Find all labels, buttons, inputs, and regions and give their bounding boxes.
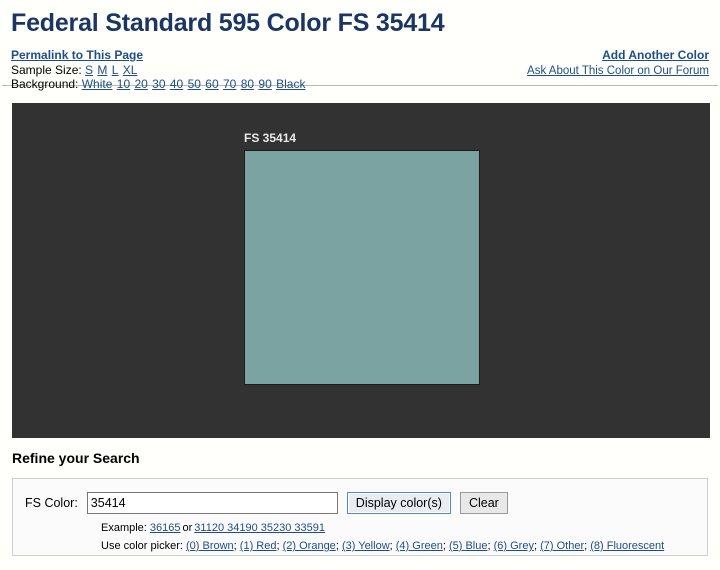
sample-size-link-m[interactable]: M: [97, 63, 107, 77]
picker-separator: ;: [442, 540, 446, 552]
sample-size-links: S M L XL: [85, 63, 138, 77]
color-picker-link-yellow[interactable]: (3) Yellow: [342, 540, 390, 552]
color-picker-link-fluorescent[interactable]: (8) Fluorescent: [590, 540, 664, 552]
picker-separator: ;: [233, 540, 237, 552]
header-right-links: Add Another Color Ask About This Color o…: [527, 48, 709, 78]
color-picker-links: (0) Brown; (1) Red; (2) Orange; (3) Yell…: [186, 540, 664, 552]
background-label: Background:: [11, 77, 79, 91]
header-link-bar: Permalink to This Page Sample Size: S M …: [0, 38, 720, 91]
picker-separator: ;: [276, 540, 280, 552]
color-picker-label: Use color picker:: [101, 540, 183, 552]
refine-search-form: FS Color: Display color(s) Clear Example…: [12, 478, 708, 556]
picker-separator: ;: [533, 540, 538, 552]
background-link-90[interactable]: 90: [258, 77, 271, 91]
background-link-60[interactable]: 60: [205, 77, 218, 91]
background-link-30[interactable]: 30: [152, 77, 165, 91]
color-sample-panel: FS 35414: [12, 103, 710, 438]
example-single-link[interactable]: 36165: [150, 522, 181, 534]
header-left-links: Permalink to This Page Sample Size: S M …: [11, 48, 306, 91]
clear-button[interactable]: Clear: [459, 492, 508, 514]
forum-link[interactable]: Ask About This Color on Our Forum: [527, 64, 709, 78]
color-picker-link-green[interactable]: (4) Green: [396, 540, 443, 552]
display-colors-button[interactable]: Display color(s): [346, 492, 451, 514]
example-hint: Example: 36165 or 31120 34190 35230 33591: [101, 521, 325, 535]
swatch-container: FS 35414: [244, 131, 480, 385]
picker-separator: ;: [487, 540, 491, 552]
background-link-white[interactable]: White: [82, 77, 113, 91]
color-picker-link-other[interactable]: (7) Other: [540, 540, 584, 552]
color-picker-link-red[interactable]: (1) Red: [240, 540, 277, 552]
color-picker-link-orange[interactable]: (2) Orange: [283, 540, 336, 552]
background-link-20[interactable]: 20: [134, 77, 147, 91]
add-another-color-link[interactable]: Add Another Color: [602, 48, 709, 62]
color-picker-link-brown[interactable]: (0) Brown: [186, 540, 234, 552]
color-picker-link-blue[interactable]: (5) Blue: [449, 540, 488, 552]
fs-color-label: FS Color:: [25, 496, 78, 510]
sample-size-row: Sample Size: S M L XL: [11, 63, 306, 77]
picker-separator: ;: [584, 540, 588, 552]
background-link-black[interactable]: Black: [276, 77, 305, 91]
picker-separator: ;: [389, 540, 393, 552]
example-or: or: [182, 522, 193, 534]
color-picker-link-grey[interactable]: (6) Grey: [494, 540, 534, 552]
sample-size-link-l[interactable]: L: [112, 63, 119, 77]
color-swatch[interactable]: [244, 150, 480, 385]
picker-separator: ;: [335, 540, 339, 552]
swatch-label: FS 35414: [244, 131, 297, 145]
page-title: Federal Standard 595 Color FS 35414: [11, 9, 445, 37]
sample-size-link-xl[interactable]: XL: [123, 63, 138, 77]
background-link-70[interactable]: 70: [223, 77, 236, 91]
fs-color-input[interactable]: [86, 492, 338, 514]
permalink-link[interactable]: Permalink to This Page: [11, 48, 143, 62]
background-links: White 10 20 30 40 50 60 70 80 90 Black: [82, 77, 307, 91]
refine-search-heading: Refine your Search: [12, 450, 140, 466]
background-link-50[interactable]: 50: [188, 77, 201, 91]
color-picker-hint: Use color picker: (0) Brown; (1) Red; (2…: [101, 539, 664, 553]
sample-size-label: Sample Size:: [11, 63, 82, 77]
background-link-10[interactable]: 10: [117, 77, 130, 91]
sample-size-link-s[interactable]: S: [85, 63, 93, 77]
background-link-80[interactable]: 80: [241, 77, 254, 91]
example-multi-link[interactable]: 31120 34190 35230 33591: [194, 522, 325, 534]
example-label: Example:: [101, 522, 147, 534]
fs-color-row: FS Color: Display color(s) Clear: [25, 492, 508, 514]
background-row: Background: White 10 20 30 40 50 60 70 8…: [11, 77, 306, 91]
background-link-40[interactable]: 40: [170, 77, 183, 91]
